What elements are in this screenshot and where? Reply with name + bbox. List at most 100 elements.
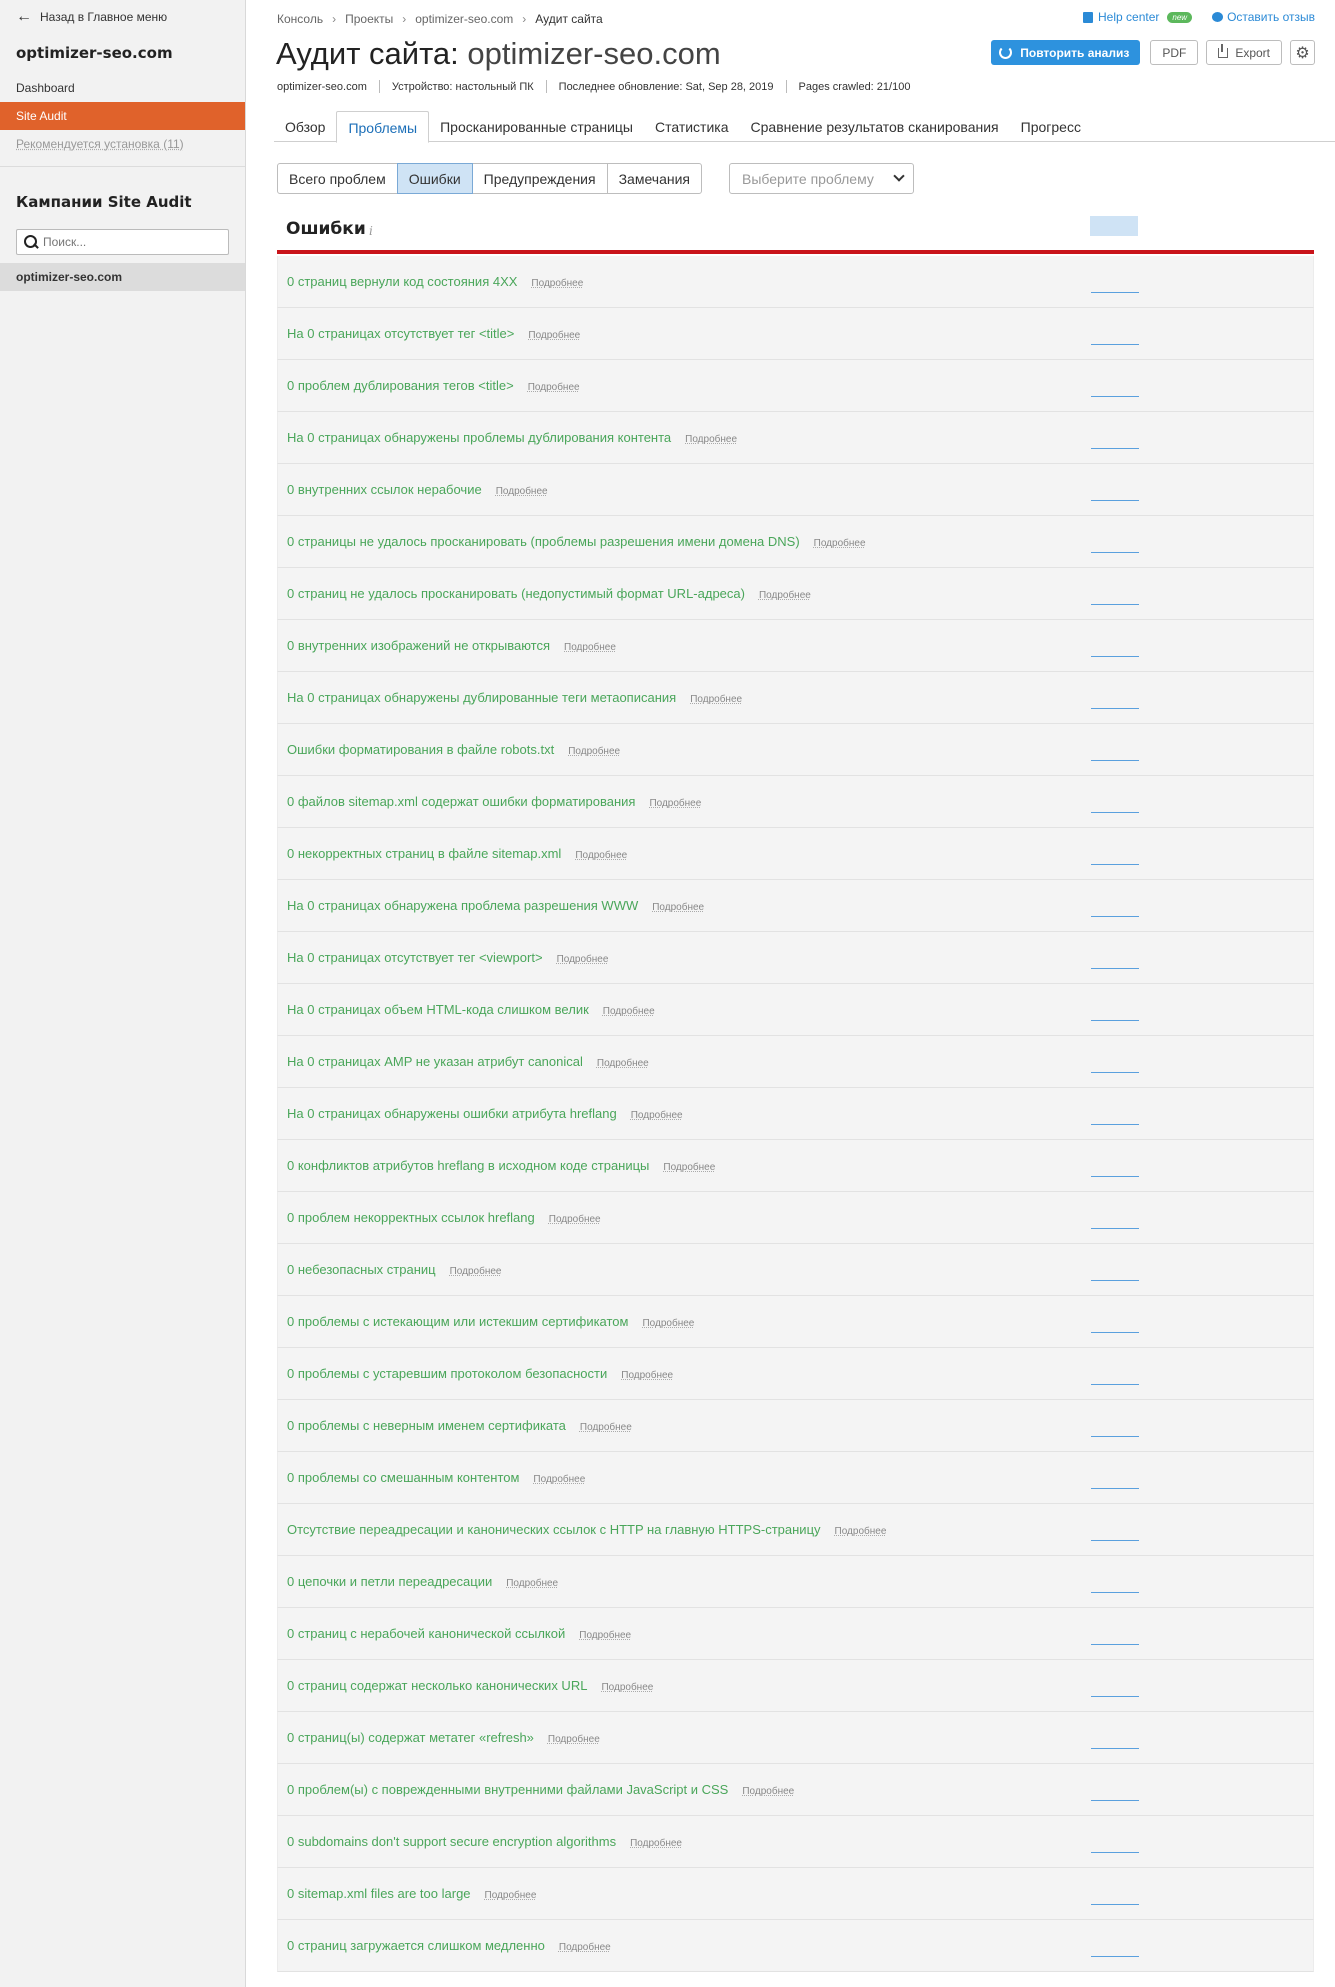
- learn-more-link[interactable]: Подробнее: [814, 538, 866, 549]
- learn-more-link[interactable]: Подробнее: [564, 642, 616, 653]
- learn-more-link[interactable]: Подробнее: [690, 694, 742, 705]
- issue-link[interactable]: 0 файлов sitemap.xml содержат ошибки фор…: [287, 794, 701, 809]
- issue-link[interactable]: 0 sitemap.xml files are too large Подробн…: [287, 1886, 536, 1901]
- feedback-link[interactable]: Оставить отзыв: [1212, 10, 1315, 24]
- learn-more-link[interactable]: Подробнее: [621, 1370, 673, 1381]
- issue-link[interactable]: 0 некорректных страниц в файле sitemap.x…: [287, 846, 627, 861]
- issue-link[interactable]: На 0 страницах обнаружены проблемы дубли…: [287, 430, 737, 445]
- breadcrumb-project[interactable]: optimizer-seo.com: [415, 12, 513, 26]
- filter-all-issues[interactable]: Всего проблем: [277, 163, 398, 194]
- info-icon[interactable]: i: [369, 224, 373, 238]
- filter-errors[interactable]: Ошибки: [396, 163, 473, 194]
- learn-more-link[interactable]: Подробнее: [506, 1578, 558, 1589]
- issue-link[interactable]: Отсутствие переадресации и канонических …: [287, 1522, 886, 1537]
- learn-more-link[interactable]: Подробнее: [742, 1786, 794, 1797]
- export-button[interactable]: Export: [1206, 40, 1282, 65]
- learn-more-link[interactable]: Подробнее: [528, 330, 580, 341]
- issue-row: 0 страниц содержат несколько канонически…: [277, 1660, 1314, 1712]
- issue-link[interactable]: 0 внутренних изображений не открываются П…: [287, 638, 616, 653]
- learn-more-link[interactable]: Подробнее: [601, 1682, 653, 1693]
- learn-more-link[interactable]: Подробнее: [603, 1006, 655, 1017]
- learn-more-link[interactable]: Подробнее: [642, 1318, 694, 1329]
- learn-more-link[interactable]: Подробнее: [531, 278, 583, 289]
- breadcrumb-current: Аудит сайта: [535, 12, 603, 26]
- issue-link[interactable]: На 0 страницах обнаружены дублированные …: [287, 690, 742, 705]
- pdf-button[interactable]: PDF: [1150, 40, 1199, 65]
- issue-link[interactable]: 0 subdomains don't support secure encryp…: [287, 1834, 682, 1849]
- sidebar-item-dashboard[interactable]: Dashboard: [0, 74, 245, 102]
- breadcrumb-projects[interactable]: Проекты: [345, 12, 393, 26]
- learn-more-link[interactable]: Подробнее: [548, 1734, 600, 1745]
- issue-link[interactable]: 0 внутренних ссылок нерабочие Подробнее: [287, 482, 548, 497]
- tab-issues[interactable]: Проблемы: [336, 111, 430, 143]
- learn-more-link[interactable]: Подробнее: [579, 1630, 631, 1641]
- issue-select[interactable]: Выберите проблему: [729, 163, 914, 194]
- learn-more-link[interactable]: Подробнее: [575, 850, 627, 861]
- tab-overview[interactable]: Обзор: [274, 111, 336, 142]
- settings-button[interactable]: ⚙: [1290, 40, 1315, 65]
- issue-link[interactable]: На 0 страницах обнаружена проблема разре…: [287, 898, 704, 913]
- sidebar-item-site-audit[interactable]: Site Audit: [0, 102, 245, 130]
- issue-link[interactable]: 0 проблем(ы) с поврежденными внутренними…: [287, 1782, 794, 1797]
- rerun-analysis-button[interactable]: Повторить анализ: [991, 40, 1141, 65]
- issue-link[interactable]: 0 проблемы с истекающим или истекшим сер…: [287, 1314, 694, 1329]
- filter-warnings[interactable]: Предупреждения: [471, 163, 608, 194]
- learn-more-link[interactable]: Подробнее: [450, 1266, 502, 1277]
- learn-more-link[interactable]: Подробнее: [568, 746, 620, 757]
- learn-more-link[interactable]: Подробнее: [597, 1058, 649, 1069]
- issue-link[interactable]: 0 страниц с нерабочей канонической ссылк…: [287, 1626, 631, 1641]
- learn-more-link[interactable]: Подробнее: [652, 902, 704, 913]
- issue-link[interactable]: 0 проблемы с неверным именем сертификата…: [287, 1418, 632, 1433]
- issue-row: 0 subdomains don't support secure encryp…: [277, 1816, 1314, 1868]
- issue-link[interactable]: 0 страниц не удалось просканировать (нед…: [287, 586, 811, 601]
- issue-link[interactable]: На 0 страницах обнаружены ошибки атрибут…: [287, 1106, 683, 1121]
- sidebar-item-recommended[interactable]: Рекомендуется установка (11): [0, 130, 245, 158]
- issue-link[interactable]: 0 конфликтов атрибутов hreflang в исходн…: [287, 1158, 715, 1173]
- learn-more-link[interactable]: Подробнее: [631, 1110, 683, 1121]
- issue-link[interactable]: 0 страниц содержат несколько канонически…: [287, 1678, 653, 1693]
- campaign-search[interactable]: [16, 229, 229, 255]
- tab-compare-crawls[interactable]: Сравнение результатов сканирования: [740, 111, 1010, 142]
- learn-more-link[interactable]: Подробнее: [663, 1162, 715, 1173]
- learn-more-link[interactable]: Подробнее: [485, 1890, 537, 1901]
- tab-crawled-pages[interactable]: Просканированные страницы: [429, 111, 644, 142]
- tab-progress[interactable]: Прогресс: [1010, 111, 1092, 142]
- issue-link[interactable]: На 0 страницах объем HTML-кода слишком в…: [287, 1002, 655, 1017]
- issue-label: 0 проблемы со смешанным контентом: [287, 1470, 520, 1485]
- issue-link[interactable]: На 0 страницах отсутствует тег <title> По…: [287, 326, 580, 341]
- help-center-link[interactable]: Help center new: [1083, 10, 1193, 24]
- issue-link[interactable]: 0 проблем некорректных ссылок hreflang По…: [287, 1210, 601, 1225]
- learn-more-link[interactable]: Подробнее: [649, 798, 701, 809]
- learn-more-link[interactable]: Подробнее: [685, 434, 737, 445]
- learn-more-link[interactable]: Подробнее: [496, 486, 548, 497]
- issue-link[interactable]: На 0 страницах отсутствует тег <viewport…: [287, 950, 608, 965]
- campaign-item[interactable]: optimizer-seo.com: [0, 263, 245, 291]
- breadcrumb-console[interactable]: Консоль: [277, 12, 323, 26]
- issue-link[interactable]: 0 проблемы с устаревшим протоколом безоп…: [287, 1366, 673, 1381]
- trend-line: [1091, 1592, 1139, 1593]
- issue-link[interactable]: 0 страницы не удалось просканировать (пр…: [287, 534, 866, 549]
- issue-link[interactable]: 0 небезопасных страниц Подробнее: [287, 1262, 501, 1277]
- learn-more-link[interactable]: Подробнее: [549, 1214, 601, 1225]
- learn-more-link[interactable]: Подробнее: [559, 1942, 611, 1953]
- issue-link[interactable]: На 0 страницах AMP не указан атрибут can…: [287, 1054, 649, 1069]
- issue-link[interactable]: 0 проблем дублирования тегов <title> Подр…: [287, 378, 580, 393]
- filter-notices[interactable]: Замечания: [606, 163, 702, 194]
- issue-row: 0 проблемы с неверным именем сертификата…: [277, 1400, 1314, 1452]
- tab-statistics[interactable]: Статистика: [644, 111, 740, 142]
- issue-link[interactable]: 0 страниц вернули код состояния 4XX Подро…: [287, 274, 583, 289]
- issue-link[interactable]: 0 страниц(ы) содержат метатег «refresh» П…: [287, 1730, 600, 1745]
- learn-more-link[interactable]: Подробнее: [557, 954, 609, 965]
- back-to-main-menu-link[interactable]: ← Назад в Главное меню: [0, 0, 245, 34]
- issue-link[interactable]: 0 страниц загружается слишком медленно По…: [287, 1938, 611, 1953]
- learn-more-link[interactable]: Подробнее: [630, 1838, 682, 1849]
- learn-more-link[interactable]: Подробнее: [835, 1526, 887, 1537]
- learn-more-link[interactable]: Подробнее: [580, 1422, 632, 1433]
- issue-link[interactable]: 0 цепочки и петли переадресации Подробнее: [287, 1574, 558, 1589]
- issue-link[interactable]: 0 проблемы со смешанным контентом Подробн…: [287, 1470, 585, 1485]
- learn-more-link[interactable]: Подробнее: [533, 1474, 585, 1485]
- issue-link[interactable]: Ошибки форматирования в файле robots.txt…: [287, 742, 620, 757]
- learn-more-link[interactable]: Подробнее: [759, 590, 811, 601]
- campaign-search-input[interactable]: [43, 235, 193, 249]
- learn-more-link[interactable]: Подробнее: [528, 382, 580, 393]
